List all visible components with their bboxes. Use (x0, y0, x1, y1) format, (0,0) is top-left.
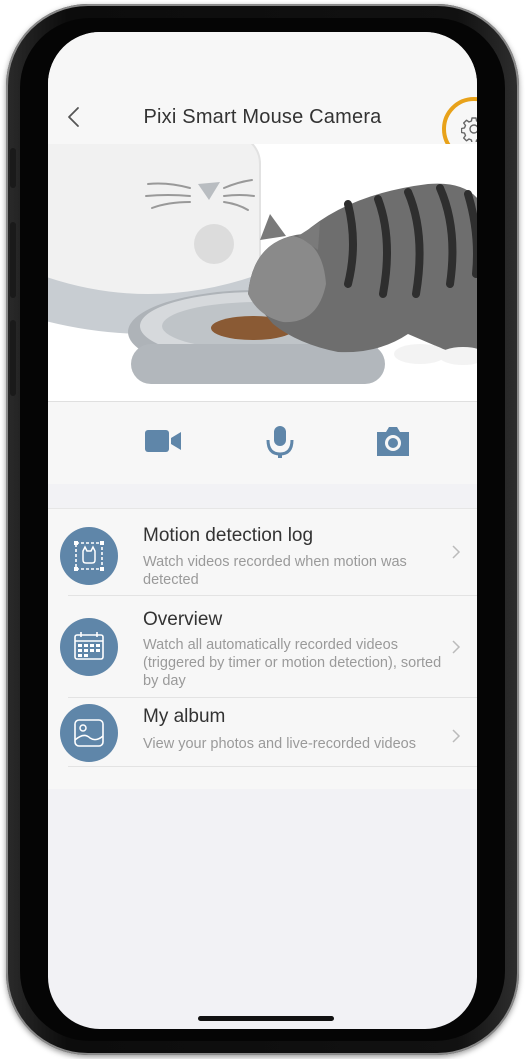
gear-icon[interactable] (461, 116, 477, 142)
photo-camera-icon[interactable] (373, 424, 413, 458)
app-screen: Pixi Smart Mouse Camera Motion detection… (48, 32, 477, 1029)
navigation-bar: Pixi Smart Mouse Camera (48, 32, 477, 161)
camera-live-image[interactable] (48, 144, 477, 402)
list-item-title: Motion detection log (143, 525, 314, 546)
page-title: Pixi Smart Mouse Camera (143, 106, 382, 128)
list-item-subtitle: Watch all automatically recorded videos … (143, 637, 442, 689)
list-item-subtitle: Watch videos recorded when motion was de… (143, 554, 407, 588)
album-image-icon (60, 704, 118, 762)
list-item-overview[interactable]: Overview Watch all automatically recorde… (48, 596, 477, 696)
side-button-silent (10, 148, 16, 188)
list-item-subtitle: View your photos and live-recorded video… (143, 736, 416, 752)
list-item-title: My album (143, 706, 226, 727)
side-button-volume-down (10, 320, 16, 396)
cat-feeder-photo (48, 144, 477, 401)
calendar-icon (60, 618, 118, 676)
list-item-title: Overview (143, 609, 223, 630)
list-item-motion-detection-log[interactable]: Motion detection log Watch videos record… (48, 509, 477, 595)
divider (68, 766, 477, 767)
chevron-right-icon (452, 545, 461, 559)
microphone-icon[interactable] (260, 424, 300, 458)
home-indicator[interactable] (198, 1016, 334, 1021)
list-item-my-album[interactable]: My album View your photos and live-recor… (48, 698, 477, 766)
chevron-right-icon (452, 640, 461, 654)
motion-detection-icon (60, 527, 118, 585)
side-button-volume-up (10, 222, 16, 298)
menu-list: Motion detection log Watch videos record… (48, 508, 477, 789)
chevron-right-icon (452, 729, 461, 743)
camera-controls-bar (48, 402, 477, 484)
video-camera-icon[interactable] (143, 424, 183, 458)
